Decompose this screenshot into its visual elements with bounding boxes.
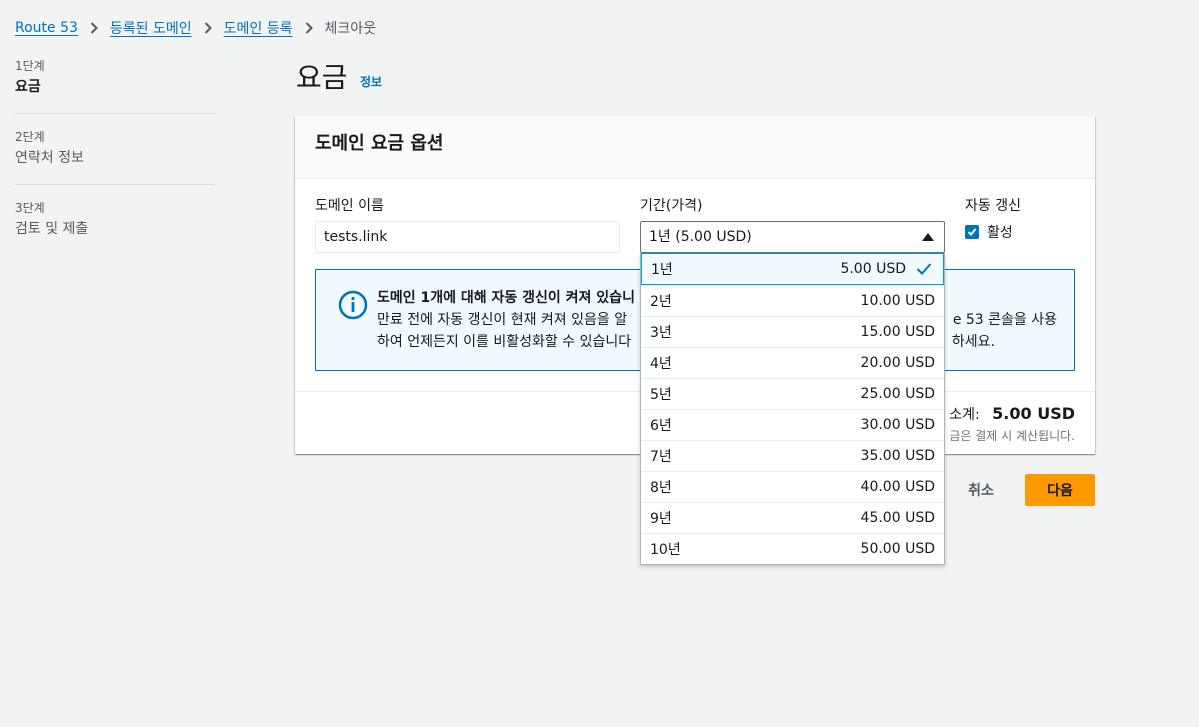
option-label: 8년	[650, 480, 672, 496]
option-price: 5.00 USD	[840, 261, 906, 277]
breadcrumb-current: 체크아웃	[324, 21, 377, 37]
option-label: 10년	[650, 542, 681, 558]
alert-title: 도메인 1개에 대해 자동 갱신이 켜져 있습니	[377, 290, 635, 306]
subtotal-value: 5.00 USD	[992, 404, 1075, 423]
checkmark-icon	[967, 228, 977, 236]
step-label: 요금	[15, 79, 41, 95]
step-number: 3단계	[15, 201, 45, 215]
duration-option-6[interactable]: 6년 30.00 USD	[641, 409, 944, 440]
panel-header: 도메인 요금 옵션	[295, 116, 1095, 179]
duration-option-8[interactable]: 8년 40.00 USD	[641, 471, 944, 502]
option-price: 20.00 USD	[860, 355, 935, 371]
step-3: 3단계 검토 및 제출	[15, 200, 215, 255]
step-1: 1단계 요금	[15, 58, 215, 114]
option-label: 2년	[650, 294, 672, 310]
breadcrumb: Route 53 등록된 도메인 도메인 등록 체크아웃	[15, 18, 376, 38]
breadcrumb-route53[interactable]: Route 53	[15, 20, 78, 36]
alert-body-line2-start: 하여 언제든지 이를 비활성화할 수 있습니다	[377, 334, 632, 350]
step-2: 2단계 연락처 정보	[15, 129, 215, 185]
duration-option-2[interactable]: 2년 10.00 USD	[641, 285, 944, 316]
page-title: 요금	[296, 61, 348, 94]
duration-option-4[interactable]: 4년 20.00 USD	[641, 347, 944, 378]
auto-renew-checkbox[interactable]	[965, 225, 979, 239]
option-price: 15.00 USD	[860, 324, 935, 340]
duration-option-5[interactable]: 5년 25.00 USD	[641, 378, 944, 409]
option-label: 1년	[651, 262, 673, 278]
auto-renew-option: 활성	[965, 222, 1013, 242]
breadcrumb-registered-domains[interactable]: 등록된 도메인	[110, 18, 192, 38]
duration-option-9[interactable]: 9년 45.00 USD	[641, 502, 944, 533]
next-button[interactable]: 다음	[1025, 474, 1095, 506]
duration-option-10[interactable]: 10년 50.00 USD	[641, 533, 944, 564]
option-label: 9년	[650, 511, 672, 527]
option-price: 10.00 USD	[860, 293, 935, 309]
domain-name-label: 도메인 이름	[315, 198, 384, 214]
option-label: 3년	[650, 325, 672, 341]
option-label: 5년	[650, 387, 672, 403]
auto-renew-label: 자동 갱신	[965, 198, 1021, 214]
step-number: 1단계	[15, 59, 45, 73]
breadcrumb-register-domain[interactable]: 도메인 등록	[224, 18, 293, 38]
chevron-right-icon	[204, 22, 212, 34]
subtotal-note: 금은 결제 시 계산됩니다.	[949, 429, 1075, 443]
duration-option-3[interactable]: 3년 15.00 USD	[641, 316, 944, 347]
step-label: 연락처 정보	[15, 150, 84, 166]
duration-select[interactable]: 1년 (5.00 USD)	[640, 221, 945, 253]
alert-body-line1-start: 만료 전에 자동 갱신이 현재 켜져 있음을 알	[377, 312, 628, 328]
option-price: 25.00 USD	[860, 386, 935, 402]
option-price: 35.00 USD	[860, 448, 935, 464]
duration-label: 기간(가격)	[640, 198, 703, 214]
option-price: 50.00 USD	[860, 541, 935, 557]
duration-select-value: 1년 (5.00 USD)	[649, 229, 752, 245]
domain-name-field: tests.link	[315, 221, 620, 253]
option-label: 6년	[650, 418, 672, 434]
caret-up-icon	[922, 233, 934, 241]
subtotal: 소계: 5.00 USD	[949, 404, 1075, 424]
option-price: 40.00 USD	[860, 479, 935, 495]
step-label: 검토 및 제출	[15, 221, 89, 237]
auto-renew-checkbox-label[interactable]: 활성	[987, 222, 1013, 242]
wizard-steps: 1단계 요금 2단계 연락처 정보 3단계 검토 및 제출	[15, 58, 215, 270]
alert-body-line1-end: e 53 콘솔을 사용	[952, 312, 1057, 328]
option-label: 4년	[650, 356, 672, 372]
duration-option-7[interactable]: 7년 35.00 USD	[641, 440, 944, 471]
step-number: 2단계	[15, 130, 45, 144]
option-label: 7년	[650, 449, 672, 465]
duration-dropdown-list: 1년 5.00 USD 2년 10.00 USD 3년 15.00 USD 4년…	[640, 253, 945, 565]
option-price: 30.00 USD	[860, 417, 935, 433]
panel-title: 도메인 요금 옵션	[315, 133, 444, 154]
info-circle-icon	[338, 290, 368, 324]
alert-body-line2-end: 하세요.	[951, 334, 995, 350]
info-link[interactable]: 정보	[360, 73, 382, 90]
duration-option-1[interactable]: 1년 5.00 USD	[641, 253, 944, 285]
option-price: 45.00 USD	[860, 510, 935, 526]
cancel-button[interactable]: 취소	[952, 474, 1010, 506]
chevron-right-icon	[305, 22, 313, 34]
chevron-right-icon	[90, 22, 98, 34]
check-icon	[914, 262, 934, 276]
subtotal-label: 소계:	[949, 407, 980, 423]
